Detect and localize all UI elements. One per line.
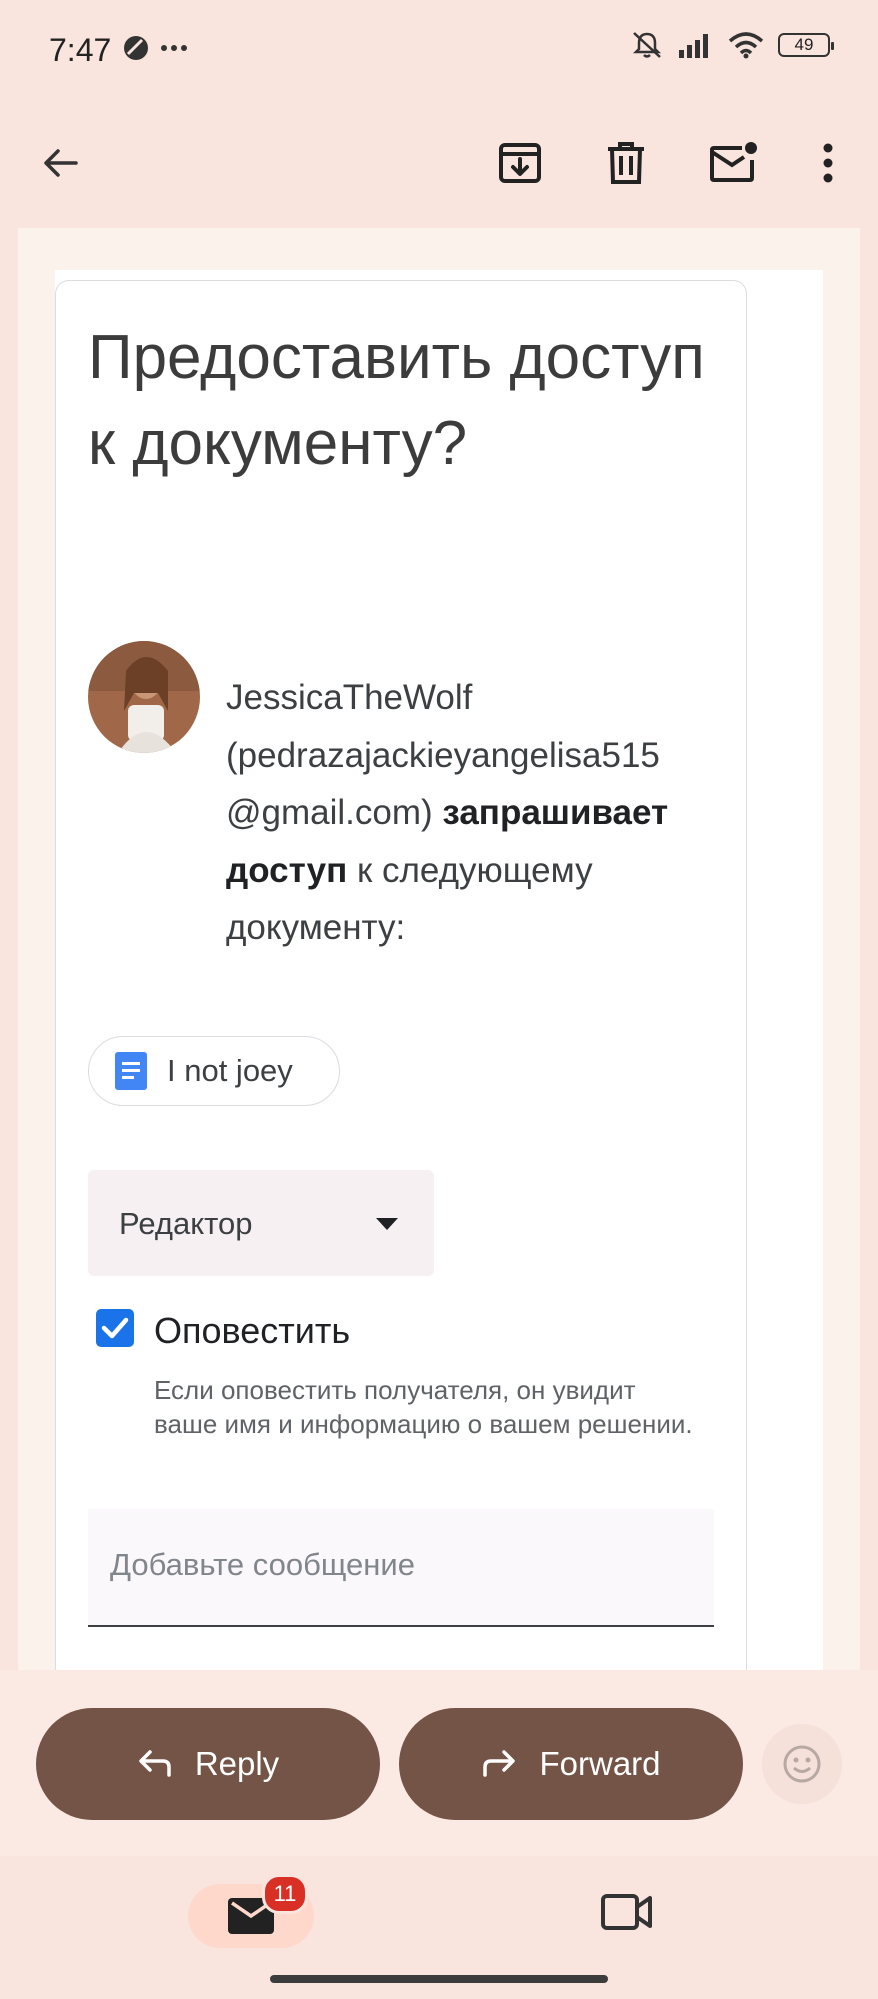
reply-icon: [139, 1750, 171, 1777]
forward-button[interactable]: Forward: [399, 1708, 743, 1820]
notify-label[interactable]: Оповестить: [154, 1309, 350, 1353]
mail-unread-icon: [710, 142, 757, 182]
mark-unread-button[interactable]: [700, 131, 768, 195]
message-placeholder: Добавьте сообщение: [110, 1547, 415, 1582]
google-docs-icon: [115, 1052, 147, 1090]
gesture-handle[interactable]: [270, 1975, 608, 1983]
caret-down-icon: [376, 1218, 398, 1230]
back-button[interactable]: [30, 133, 90, 193]
card-title: Предоставить доступ к документу?: [88, 323, 705, 478]
role-dropdown[interactable]: Редактор: [88, 1170, 434, 1276]
reply-label: Reply: [194, 1745, 280, 1782]
emoji-icon: [783, 1745, 821, 1783]
battery-indicator: 49: [778, 33, 834, 57]
notify-checkbox[interactable]: [96, 1309, 134, 1347]
battery-level: 49: [794, 35, 814, 54]
more-notifications-icon: [161, 45, 187, 51]
mail-badge: 11: [262, 1874, 308, 1914]
access-request-card: Предоставить доступ к документу? Jessica…: [55, 280, 747, 1670]
check-icon: [101, 1317, 129, 1339]
notify-help-text: Если оповестить получателя, он увидит ва…: [154, 1375, 693, 1439]
wifi-icon: [728, 32, 764, 59]
more-vert-icon: [823, 143, 833, 183]
request-description: JessicaTheWolf (pedrazajackieyangelisa51…: [226, 669, 746, 957]
archive-button[interactable]: [488, 131, 552, 195]
status-time: 7:47: [49, 32, 112, 68]
arrow-left-icon: [44, 149, 78, 177]
silent-mode-icon: [632, 32, 662, 58]
requester-name: JessicaTheWolf: [226, 678, 473, 717]
delete-button[interactable]: [594, 131, 658, 195]
message-input[interactable]: Добавьте сообщение: [88, 1509, 714, 1627]
reply-button[interactable]: Reply: [36, 1708, 380, 1820]
trash-icon: [608, 142, 644, 184]
video-icon: [601, 1894, 652, 1930]
reply-action-bar: Reply Forward: [0, 1670, 878, 1856]
document-chip[interactable]: I not joey: [88, 1036, 340, 1106]
forward-label: Forward: [539, 1745, 661, 1782]
vpn-status-icon: [124, 36, 148, 60]
notify-checkbox-row: [96, 1309, 134, 1347]
more-options-button[interactable]: [798, 131, 858, 195]
avatar: [88, 641, 200, 753]
mail-badge-count: 11: [273, 1881, 297, 1906]
emoji-reaction-button[interactable]: [762, 1724, 842, 1804]
status-right-icons: 49: [630, 30, 834, 60]
signal-icon: [679, 34, 708, 58]
document-name: I not joey: [167, 1053, 293, 1088]
status-bar: 7:47 49: [0, 0, 878, 105]
role-selected-value: Редактор: [119, 1206, 253, 1241]
app-bar: [0, 105, 878, 225]
forward-icon: [483, 1750, 516, 1777]
archive-icon: [499, 143, 541, 183]
email-body[interactable]: Предоставить доступ к документу? Jessica…: [18, 228, 860, 1670]
nav-meet-tab[interactable]: [600, 1890, 654, 1939]
status-left-icons: [122, 34, 188, 62]
